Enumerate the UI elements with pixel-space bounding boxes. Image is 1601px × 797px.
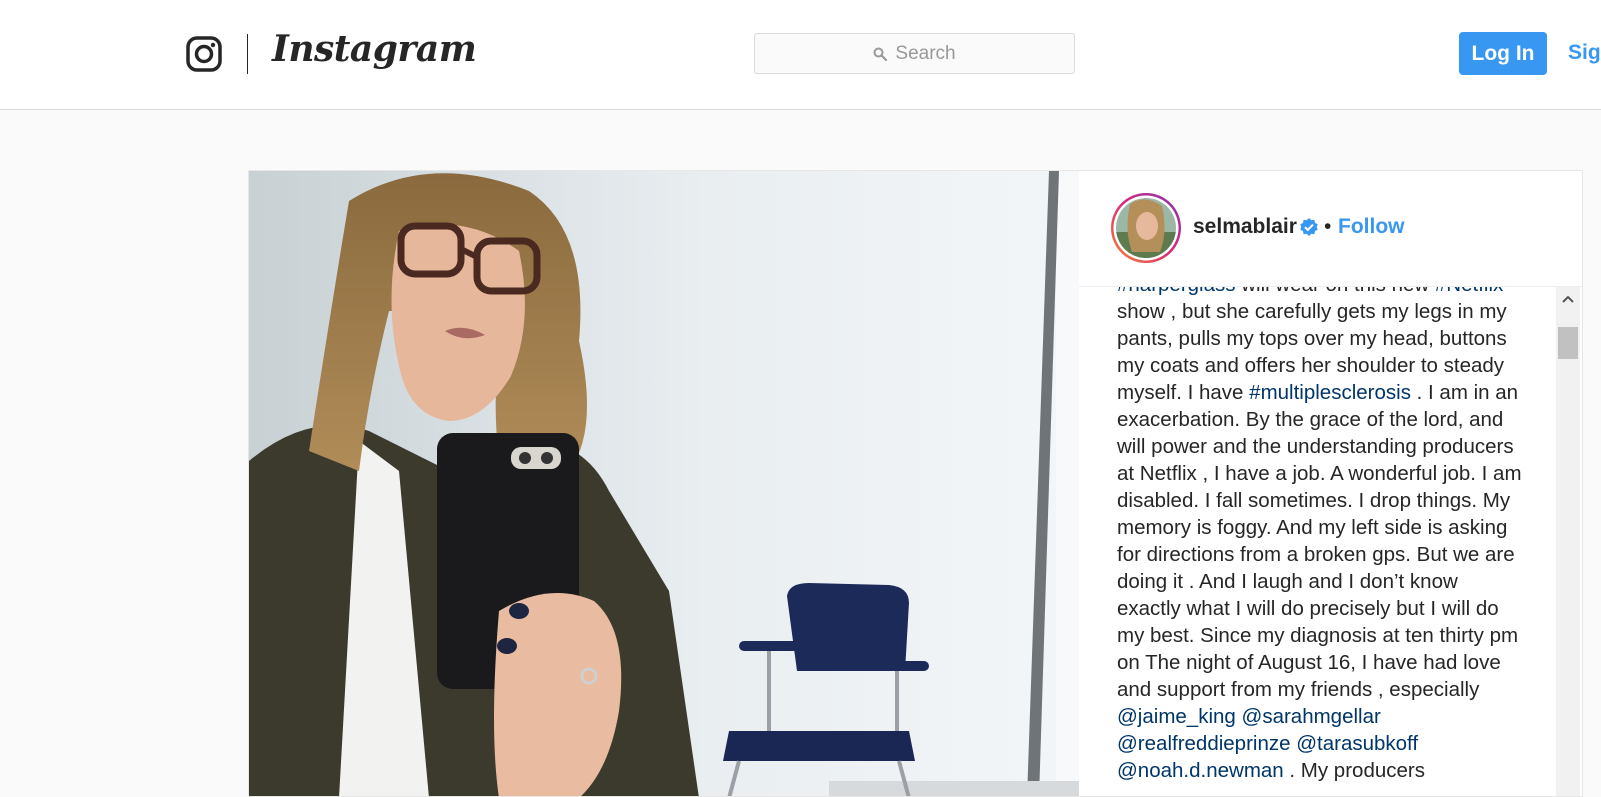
- caption-scrollbar[interactable]: [1556, 287, 1580, 796]
- caption-link[interactable]: @jaime_king: [1117, 705, 1236, 728]
- post-sidebar: selmablair • Follow #harperglass will we…: [1079, 171, 1582, 796]
- logo-divider: [247, 34, 248, 74]
- arrow-up-icon: [1562, 295, 1574, 303]
- caption-text: . My producers: [1283, 759, 1425, 782]
- instagram-glyph-icon[interactable]: [186, 36, 222, 72]
- caption-link[interactable]: #harperglass: [1117, 287, 1236, 296]
- post-header: selmablair • Follow: [1079, 171, 1582, 287]
- avatar[interactable]: [1110, 192, 1182, 264]
- caption-link[interactable]: @sarahmgellar: [1242, 705, 1381, 728]
- post-caption: #harperglass will wear on this new #Netf…: [1117, 287, 1527, 784]
- caption-text: . I am in an exacerbation. By the grace …: [1117, 381, 1522, 701]
- post-card: selmablair • Follow #harperglass will we…: [248, 170, 1583, 797]
- post-username[interactable]: selmablair: [1193, 215, 1297, 239]
- caption-link[interactable]: @noah.d.newman: [1117, 759, 1284, 782]
- instagram-wordmark[interactable]: Instagram: [272, 28, 477, 70]
- caption-link[interactable]: @realfreddieprinze: [1117, 732, 1291, 755]
- search-icon: [873, 47, 888, 61]
- caption-link[interactable]: #Netflix: [1435, 287, 1503, 296]
- caption-scroll-area[interactable]: #harperglass will wear on this new #Netf…: [1079, 287, 1556, 796]
- caption-link[interactable]: #multiplesclerosis: [1249, 381, 1411, 404]
- search-placeholder: Search: [895, 42, 956, 64]
- post-photo[interactable]: [249, 171, 1079, 796]
- top-navigation-bar: Instagram Search Log In Sign Up: [0, 0, 1601, 110]
- mirror-selfie-image: [249, 171, 1079, 796]
- sign-up-link[interactable]: Sign Up: [1568, 41, 1601, 65]
- log-in-button[interactable]: Log In: [1459, 32, 1547, 75]
- caption-text: will wear on this new: [1236, 287, 1435, 296]
- verified-badge-icon: [1300, 218, 1318, 236]
- scrollbar-thumb[interactable]: [1558, 327, 1578, 359]
- caption-link[interactable]: @tarasubkoff: [1296, 732, 1418, 755]
- scroll-up-button[interactable]: [1556, 287, 1580, 311]
- follow-button[interactable]: Follow: [1338, 215, 1405, 239]
- search-input[interactable]: Search: [754, 33, 1075, 74]
- header-separator: •: [1324, 215, 1332, 238]
